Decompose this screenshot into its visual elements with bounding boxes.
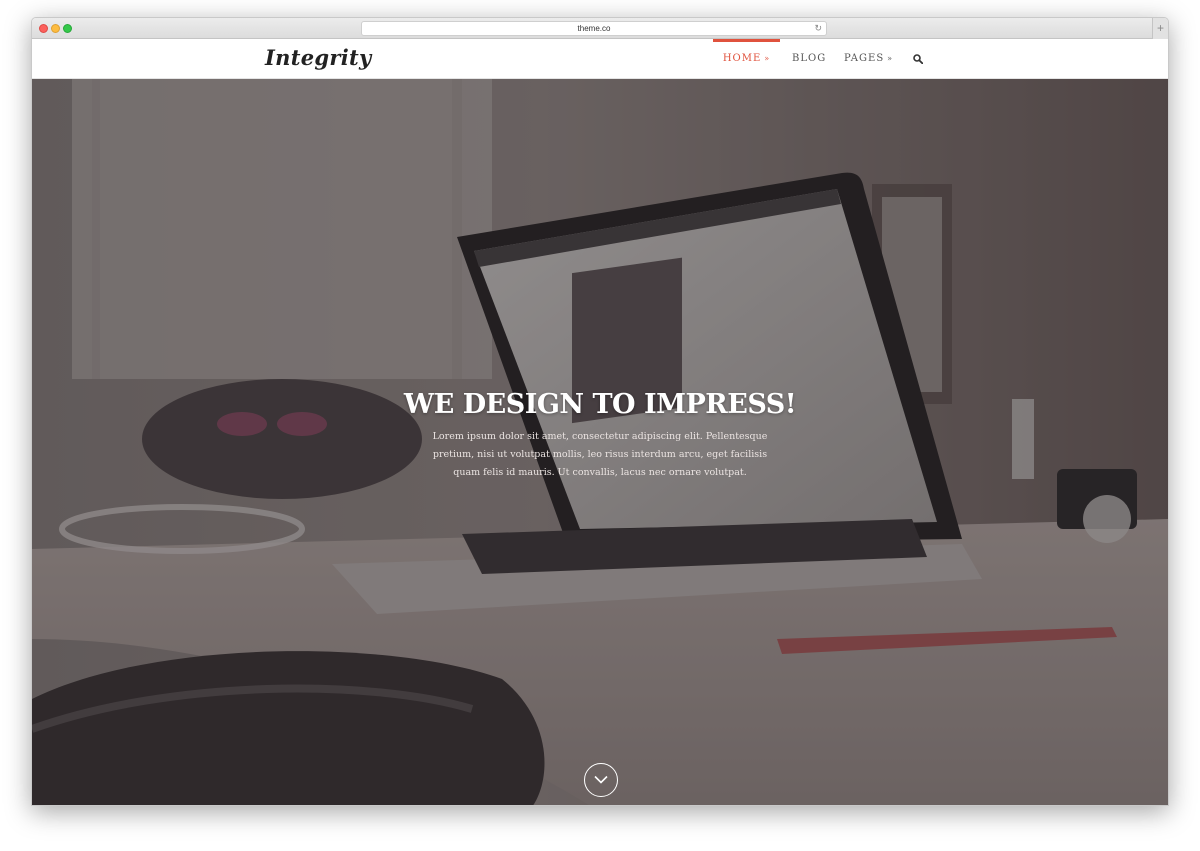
nav-item-pages-label: PAGES [844,53,885,64]
nav-item-pages[interactable]: PAGES» [844,39,893,79]
hero-title: WE DESIGN TO IMPRESS! [403,389,797,420]
nav-item-home[interactable]: HOME» [713,39,780,79]
maximize-window-button[interactable] [63,24,72,33]
reload-icon[interactable]: ↻ [814,22,822,35]
new-tab-button[interactable]: + [1152,18,1168,39]
address-bar-url: theme.co [577,24,611,33]
address-bar[interactable]: theme.co ↻ [361,21,827,36]
site-logo[interactable]: Integrity [265,45,371,70]
close-window-button[interactable] [39,24,48,33]
hero-content: WE DESIGN TO IMPRESS! Lorem ipsum dolor … [32,389,1168,482]
chevron-down-icon [594,775,608,784]
nav-item-blog-label: BLOG [792,53,827,64]
search-icon[interactable] [913,54,923,64]
chevron-down-icon: » [764,54,771,63]
hero-description: Lorem ipsum dolor sit amet, consectetur … [432,431,768,478]
nav-item-home-label: HOME [722,53,762,64]
site-header: Integrity HOME» BLOG PAGES» [32,39,1168,79]
browser-window: theme.co ↻ + Integrity HOME» BLOG PAGES» [31,17,1169,806]
scroll-down-button[interactable] [584,763,618,797]
minimize-window-button[interactable] [51,24,60,33]
browser-titlebar: theme.co ↻ + [32,18,1168,39]
hero-section: WE DESIGN TO IMPRESS! Lorem ipsum dolor … [32,79,1168,805]
nav-item-blog[interactable]: BLOG [792,39,826,79]
chevron-down-icon: » [887,54,894,63]
